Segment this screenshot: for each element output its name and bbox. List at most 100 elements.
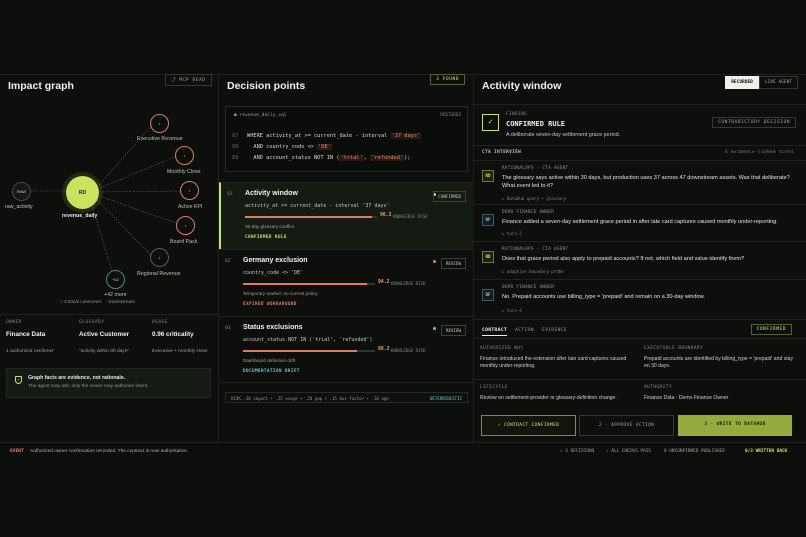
- line-number: 88: [232, 144, 239, 150]
- line-highlight: '37 days': [390, 133, 422, 139]
- point-tag[interactable]: REVIEW: [440, 325, 466, 336]
- decision-point-germany[interactable]: 02 Germany exclusion REVIEW country_code…: [219, 249, 474, 316]
- risk-bar: [243, 350, 375, 352]
- owner-desc: 1 authorized confirmer: [6, 349, 54, 354]
- node-exec[interactable]: •: [150, 114, 169, 133]
- evidence-note: ✓ Graph facts are evidence, not rational…: [6, 368, 211, 398]
- owner-key: OWNER: [6, 320, 22, 325]
- node-more[interactable]: +42: [106, 270, 125, 289]
- note-sub: The agent may ask; only the owner may au…: [28, 384, 149, 389]
- mcp-read-badge: ⤴ MCP READ: [165, 74, 212, 86]
- write-datahub-button[interactable]: 3 · WRITE TO DATAHUB: [678, 415, 792, 436]
- contract-confirmed-button[interactable]: ✓ CONTRACT CONFIRMED: [481, 415, 576, 436]
- message: DF DEMO FINANCE OWNER No. Prepaid accoun…: [474, 279, 806, 319]
- point-title: Germany exclusion: [243, 257, 308, 264]
- risk-bar: [245, 216, 377, 218]
- status-dot-icon: [433, 260, 436, 263]
- tab-recorded[interactable]: RECORDED: [725, 76, 759, 89]
- lifecycle: LIFECYCLE Review on settlement-provider …: [480, 385, 640, 402]
- turns-count: 4 evidence-linked turns: [724, 150, 794, 155]
- risk-key: KNOWLEDGE RISK: [391, 348, 426, 353]
- point-number: 02: [225, 259, 231, 264]
- glossary-desc: "activity within 30 days": [79, 349, 129, 354]
- line-number: 89: [232, 155, 239, 161]
- message-author: RATIONALOPS · CTA AGENT: [502, 166, 569, 171]
- node-regional[interactable]: •: [150, 248, 169, 267]
- point-number: 01: [227, 192, 233, 197]
- legend-downstream: Downstream: [108, 300, 136, 305]
- check-icon: ✓: [482, 114, 499, 131]
- node-board[interactable]: •: [176, 216, 195, 235]
- edge-center-kpi: [99, 190, 183, 193]
- event-label: EVENT: [10, 449, 24, 454]
- sql-engine: POSTGRES: [440, 113, 461, 118]
- message-trace: ↳ turn-2: [502, 231, 522, 236]
- tab-contract[interactable]: CONTRACT: [482, 328, 507, 336]
- agent-avatar: RD: [482, 170, 494, 182]
- node-raw-label: raw_activity: [5, 204, 33, 210]
- line-highlight: 'refunded': [370, 155, 405, 161]
- message-trace: ↳ DataHub query + glossary: [502, 196, 567, 201]
- line-number: 87: [232, 133, 239, 139]
- event-message: Authorized owner confirmation recorded. …: [30, 449, 189, 454]
- node-raw[interactable]: RAW: [12, 182, 31, 201]
- edge-center-monthly: [99, 155, 178, 189]
- legend-critical: Critical consumer: [64, 300, 102, 305]
- point-title: Activity window: [245, 190, 298, 197]
- point-tag[interactable]: REVIEW: [440, 258, 466, 269]
- line-code: WHERE activity_at >= current_date - inte…: [247, 133, 391, 139]
- risk-bar: [243, 283, 375, 285]
- node-dot-icon: •: [183, 153, 186, 158]
- status-checks: ✓ ALL CHECKS PASS: [606, 449, 651, 454]
- risk-key: KNOWLEDGE RISK: [393, 214, 428, 219]
- tab-live-agent[interactable]: LIVE AGENT: [758, 76, 798, 89]
- point-tag[interactable]: CONFIRMED: [433, 191, 466, 202]
- kv-key: AUTHORIZED WHY: [480, 346, 524, 351]
- kv-key: AUTHORITY: [644, 385, 672, 390]
- graph-legend: ○ Critical consumer · Downstream: [60, 300, 135, 305]
- point-sub: 30-day glossary conflict: [245, 224, 294, 229]
- node-dot-icon: •: [184, 223, 187, 228]
- impact-title: Impact graph: [8, 80, 74, 92]
- node-monthly-label: Monthly Close: [167, 169, 201, 175]
- message-text: Does that grace period also apply to pre…: [502, 256, 745, 262]
- owner-avatar: DF: [482, 289, 494, 301]
- message-trace: ↳ adaptive boundary probe: [502, 269, 564, 274]
- sql-line: 89 AND account_status NOT IN ('trial', '…: [232, 155, 410, 161]
- impact-graph: RAW raw_activity RD revenue_daily • Exec…: [0, 94, 219, 309]
- divider: [474, 319, 806, 320]
- approve-action-button[interactable]: 2 · APPROVE ACTION: [579, 415, 674, 436]
- finding-desc: A deliberate seven-day settlement grace …: [506, 132, 621, 138]
- node-regional-label: Regional Revenue: [137, 271, 181, 277]
- contradictory-button[interactable]: CONTRADICTORY DECISION: [712, 117, 796, 128]
- point-number: 03: [225, 326, 231, 331]
- usage-value: 0.96 criticality: [152, 331, 194, 338]
- message-text: Finance added a seven-day settlement gra…: [502, 219, 778, 225]
- tab-action[interactable]: ACTION: [515, 328, 534, 333]
- event-footer: EVENT Authorized owner confirmation reco…: [0, 442, 806, 462]
- point-code: country_code <> 'DE': [243, 270, 304, 276]
- kv-key: LIFECYCLE: [480, 385, 508, 390]
- node-monthly[interactable]: •: [175, 146, 194, 165]
- interview-label: CTA INTERVIEW: [482, 150, 522, 155]
- sql-line: 87 WHERE activity_at >= current_date - in…: [232, 133, 422, 139]
- sql-code-block: ● revenue_daily.sql POSTGRES 87 WHERE act…: [225, 106, 468, 172]
- node-kpi[interactable]: •: [180, 181, 199, 200]
- found-badge: 3 FOUND: [430, 74, 465, 85]
- glossary-meta: GLOSSARY Active Customer "activity withi…: [79, 320, 129, 354]
- node-dot-icon: •: [158, 121, 161, 126]
- tab-evidence[interactable]: EVIDENCE: [542, 328, 567, 333]
- point-code: activity_at >= current_date - interval '…: [245, 203, 390, 209]
- decision-point-activity[interactable]: 01 Activity window CONFIRMED activity_at…: [219, 182, 474, 249]
- mode-tabs: RECORDED LIVE AGENT: [725, 76, 798, 89]
- executable-boundary: EXECUTABLE BOUNDARY Prepaid accounts are…: [644, 346, 799, 370]
- node-center[interactable]: RD: [66, 176, 99, 209]
- risk-value: 86.2: [378, 347, 390, 352]
- decision-point-status[interactable]: 03 Status exclusions REVIEW account_stat…: [219, 316, 474, 383]
- message-text: No. Prepaid accounts use billing_type = …: [502, 294, 705, 300]
- node-kpi-label: Active KPI: [178, 204, 203, 210]
- decision-title: Decision points: [227, 80, 306, 92]
- kv-value: Review on settlement-provider or glossar…: [480, 395, 617, 401]
- risk-value: 94.2: [378, 280, 390, 285]
- edge-center-exec: [98, 123, 154, 186]
